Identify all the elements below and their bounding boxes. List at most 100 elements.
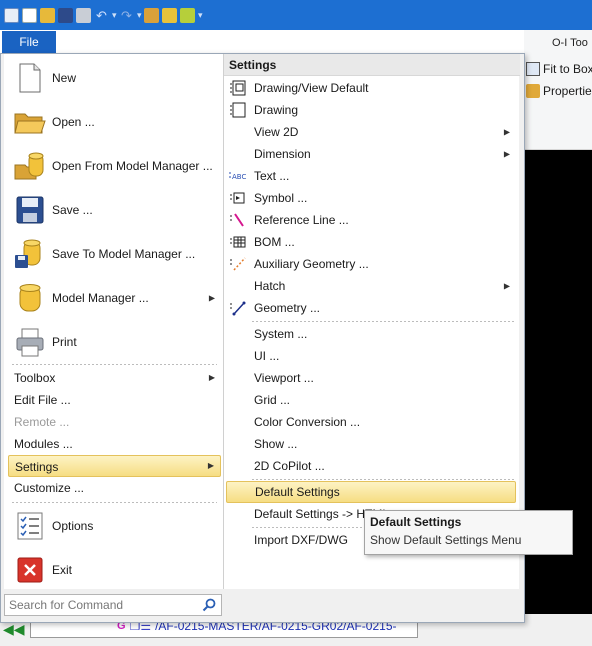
geometry-icon [228, 300, 248, 316]
viewport-area[interactable] [524, 150, 592, 646]
menu-item-label: Save To Model Manager ... [52, 247, 196, 261]
submenu-arrow-icon: ▶ [208, 373, 215, 382]
settings-item-label: Viewport ... [254, 371, 314, 385]
menu-item-edit-file[interactable]: Edit File ... [8, 389, 221, 411]
menu-item-open-from-model-manager[interactable]: Open From Model Manager ... [8, 144, 221, 188]
settings-item-label: UI ... [254, 349, 280, 363]
bom-icon [228, 234, 248, 250]
settings-item-dimension[interactable]: Dimension ▶ [226, 143, 516, 165]
ribbon-tab[interactable]: O-I Too [552, 37, 588, 49]
settings-item-symbol[interactable]: Symbol ... [226, 187, 516, 209]
search-input[interactable] [9, 598, 195, 612]
fit-to-box-label: Fit to Box [543, 62, 592, 76]
settings-item-drawing[interactable]: Drawing [226, 99, 516, 121]
menu-separator [12, 364, 217, 365]
tooltip-title: Default Settings [370, 515, 462, 529]
submenu-arrow-icon: ▶ [503, 127, 510, 137]
settings-item-bom[interactable]: BOM ... [226, 231, 516, 253]
menu-item-settings[interactable]: Settings ▶ [8, 455, 221, 477]
menu-separator [252, 479, 514, 480]
open-icon[interactable] [40, 7, 55, 23]
menu-item-customize[interactable]: Customize ... [8, 477, 221, 499]
menu-item-label: Toolbox [14, 371, 56, 385]
settings-item-drawing-view-default[interactable]: Drawing/View Default [226, 77, 516, 99]
menu-item-label: Exit [52, 563, 73, 577]
undo-icon[interactable]: ↶ [94, 8, 109, 23]
menu-item-model-manager[interactable]: Model Manager ... ▶ [8, 276, 221, 320]
settings-item-label: Dimension [254, 147, 311, 161]
settings-item-viewport[interactable]: Viewport ... [226, 367, 516, 389]
save-icon[interactable] [58, 7, 73, 23]
fit-to-box-button[interactable]: Fit to Box [526, 60, 592, 78]
exit-icon [14, 554, 46, 586]
settings-item-hatch[interactable]: Hatch ▶ [226, 275, 516, 297]
menu-item-label: Modules ... [14, 437, 73, 451]
settings-submenu: Settings Drawing/View Default Drawing Vi… [223, 54, 520, 589]
undo-dropdown-icon[interactable]: ▾ [112, 8, 117, 23]
settings-item-label: Drawing [254, 103, 299, 117]
menu-item-save-to-model-manager[interactable]: Save To Model Manager ... [8, 232, 221, 276]
settings-item-text[interactable]: ABC Text ... [226, 165, 516, 187]
settings-item-label: Geometry ... [254, 301, 321, 315]
settings-item-auxiliary-geometry[interactable]: Auxiliary Geometry ... [226, 253, 516, 275]
tools-icon[interactable] [144, 7, 159, 23]
menu-item-label: Save ... [52, 203, 93, 217]
redo-icon[interactable]: ↷ [119, 8, 134, 23]
submenu-arrow-icon: ▶ [503, 149, 510, 159]
save-model-manager-icon [14, 238, 46, 270]
settings-item-label: Auxiliary Geometry ... [254, 257, 369, 271]
menu-item-label: Customize ... [14, 481, 85, 495]
settings-item-label: Symbol ... [254, 191, 308, 205]
menu-item-label: Options [52, 519, 94, 533]
new-icon[interactable] [22, 7, 37, 23]
settings-item-2d-copilot[interactable]: 2D CoPilot ... [226, 455, 516, 477]
menu-item-label: Settings [15, 460, 59, 474]
fit-to-box-icon [526, 62, 540, 76]
settings-item-reference-line[interactable]: Reference Line ... [226, 209, 516, 231]
drawing-icon [228, 102, 248, 118]
symbol-icon [228, 190, 248, 206]
menu-item-label: New [52, 71, 77, 85]
settings-header: Settings [224, 54, 520, 76]
tree-folder-icon[interactable] [180, 7, 195, 23]
menu-item-exit[interactable]: Exit [8, 548, 221, 592]
tooltip: Default Settings Show Default Settings M… [364, 510, 573, 555]
search-box[interactable] [4, 594, 222, 616]
settings-item-label: Import DXF/DWG [254, 533, 349, 547]
settings-item-ui[interactable]: UI ... [226, 345, 516, 367]
properties-button[interactable]: Properties [526, 82, 592, 100]
customize-toolbar-icon[interactable]: ▾ [198, 8, 203, 23]
tree-icon[interactable] [162, 7, 177, 23]
search-icon[interactable] [202, 598, 216, 615]
menu-item-open[interactable]: Open ... [8, 100, 221, 144]
menu-item-options[interactable]: Options [8, 504, 221, 548]
options-checklist-icon [14, 510, 46, 542]
properties-icon [526, 84, 540, 98]
print-icon[interactable] [76, 7, 91, 23]
settings-item-system[interactable]: System ... [226, 323, 516, 345]
file-menu-left-column: New Open ... Open From Model Manager ...… [4, 54, 223, 589]
settings-item-geometry[interactable]: Geometry ... [226, 297, 516, 319]
menu-separator [252, 321, 514, 322]
menu-item-save[interactable]: Save ... [8, 188, 221, 232]
svg-text:ABC: ABC [232, 173, 246, 181]
app-icon[interactable] [4, 7, 19, 23]
menu-item-print[interactable]: Print [8, 320, 221, 364]
menu-item-new[interactable]: New [8, 56, 221, 100]
settings-item-default-settings[interactable]: Default Settings [226, 481, 516, 503]
tooltip-description: Show Default Settings Menu [370, 533, 522, 547]
settings-item-show[interactable]: Show ... [226, 433, 516, 455]
ribbon-panel: O-I Too Fit to Box Properties [524, 30, 592, 150]
file-tab[interactable]: File [2, 31, 56, 53]
text-abc-icon: ABC [228, 168, 248, 184]
settings-item-grid[interactable]: Grid ... [226, 389, 516, 411]
settings-item-view-2d[interactable]: View 2D ▶ [226, 121, 516, 143]
menu-item-modules[interactable]: Modules ... [8, 433, 221, 455]
menu-item-label: Open From Model Manager ... [52, 159, 213, 173]
submenu-arrow-icon: ▶ [207, 461, 214, 470]
menu-item-toolbox[interactable]: Toolbox ▶ [8, 367, 221, 389]
settings-item-color-conversion[interactable]: Color Conversion ... [226, 411, 516, 433]
redo-dropdown-icon[interactable]: ▾ [137, 8, 142, 23]
reference-line-icon [228, 212, 248, 228]
navigation-arrows-icon[interactable]: ◀◀ [3, 621, 25, 638]
